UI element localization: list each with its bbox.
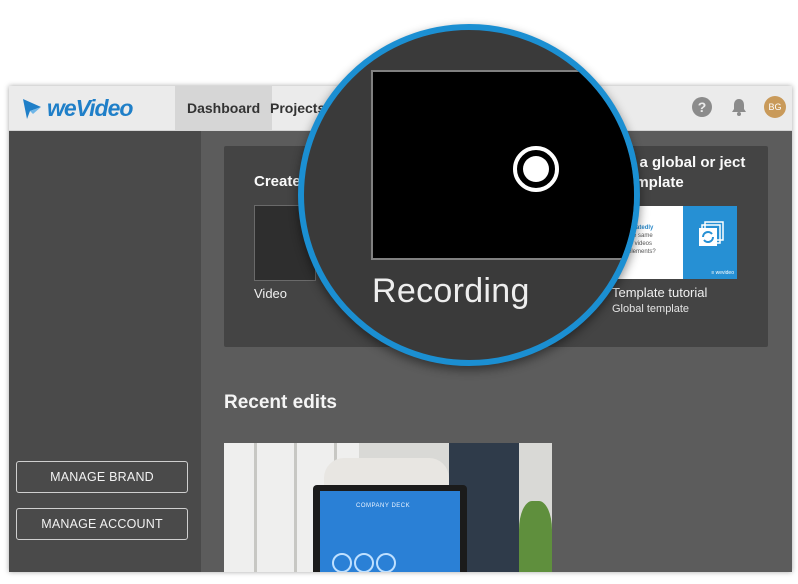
thumb-window-frame: [294, 443, 297, 572]
manage-account-button[interactable]: MANAGE ACCOUNT: [16, 508, 188, 540]
wevideo-logo[interactable]: weVideo: [21, 94, 151, 122]
logo-text: weVideo: [47, 95, 133, 121]
video-label: Video: [254, 286, 288, 301]
create-title: Create: [254, 173, 301, 190]
thumb-window-frame: [254, 443, 257, 572]
sidebar: MANAGE BRAND MANAGE ACCOUNT: [9, 131, 201, 572]
thumb-screen-title: COMPANY DECK: [356, 503, 411, 509]
recording-label: Recording: [372, 272, 530, 310]
template-tutorial-label: Template tutorial: [612, 285, 708, 300]
magnifier-callout: Recording: [298, 24, 640, 366]
thumb-screen-circle: [376, 553, 396, 572]
recent-edits-title: Recent edits: [224, 392, 337, 413]
user-avatar[interactable]: BG: [764, 96, 786, 118]
recording-thumbnail[interactable]: [371, 70, 634, 260]
template-type-label: Global template: [612, 303, 690, 315]
thumb-plant: [519, 501, 552, 572]
recent-edit-thumbnail[interactable]: COMPANY DECK: [224, 443, 552, 572]
manage-brand-button[interactable]: MANAGE BRAND: [16, 461, 188, 493]
template-thumb-panel: ≡ wevideo: [683, 206, 737, 279]
template-section-title: m a global or ject template: [622, 154, 746, 191]
thumb-laptop: COMPANY DECK: [313, 485, 467, 572]
thumb-screen-circle: [332, 553, 352, 572]
wevideo-logo-icon: [23, 99, 41, 119]
notification-bell-icon[interactable]: [729, 97, 749, 117]
template-thumb-footer: ≡ wevideo: [711, 270, 734, 276]
thumb-screen-circle: [354, 553, 374, 572]
record-icon: [513, 146, 559, 192]
thumb-laptop-screen: COMPANY DECK: [320, 491, 460, 572]
help-icon[interactable]: ?: [692, 97, 712, 117]
copy-refresh-icon: [699, 221, 724, 246]
